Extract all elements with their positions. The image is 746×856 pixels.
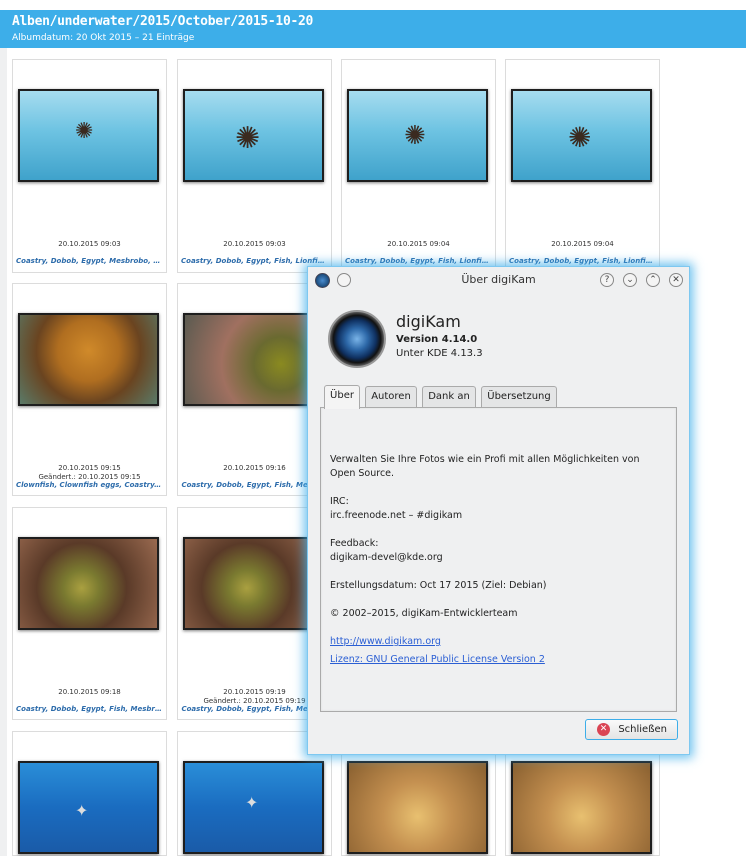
feedback-label: Feedback: [330,538,379,549]
help-button[interactable]: ? [600,273,614,287]
close-window-button[interactable]: ✕ [669,273,683,287]
photo-lionfish[interactable]: ✺ [183,89,324,182]
thumb-date: 20.10.2015 09:04 [387,240,450,248]
photo-squid[interactable]: ✦ [183,761,324,854]
photo-moray-eel[interactable] [18,537,159,630]
thumb-tags: Coastry, Dobob, Egypt, Fish, Mesbrobo, .… [16,705,166,713]
irc-label: IRC: [330,496,349,507]
app-version: Version 4.14.0 [396,334,478,345]
description-text-2: Open Source. [330,468,395,479]
kde-version: Unter KDE 4.13.3 [396,348,483,359]
thumbnail-item[interactable]: ✺ 20.10.2015 09:04 Coastry, Dobob, Egypt… [505,59,660,273]
photo-lionfish[interactable]: ✺ [18,89,159,182]
photo-moray-eel[interactable] [183,537,324,630]
tab-translation[interactable]: Übersetzung [481,386,557,408]
thumbnail-item[interactable]: 20.10.2015 09:18 Coastry, Dobob, Egypt, … [12,507,167,720]
feedback-value: digikam-devel@kde.org [330,552,443,563]
build-date: Erstellungsdatum: Oct 17 2015 (Ziel: Deb… [330,580,547,591]
photo-anemone[interactable] [347,761,488,854]
thumb-changed: Geändert.: 20.10.2015 09:15 [38,473,141,481]
digikam-logo-icon [328,310,386,368]
thumbnail-item[interactable]: ✦ [12,731,167,856]
thumbnail-item[interactable]: ✺ 20.10.2015 09:04 Coastry, Dobob, Egypt… [341,59,496,273]
thumb-tags: Coastry, Dobob, Egypt, Fish, Lionfish, M… [509,257,659,265]
thumb-tags: Coastry, Dobob, Egypt, Fish, Lionfish, M… [345,257,495,265]
maximize-button[interactable]: ⌃ [646,273,660,287]
about-pane: Verwalten Sie Ihre Fotos wie ein Profi m… [320,407,677,712]
thumb-tags: Coastry, Dobob, Egypt, Fish, Lionfish, M… [181,257,331,265]
thumbnail-item[interactable]: 20.10.2015 09:15 Geändert.: 20.10.2015 0… [12,283,167,496]
photo-lionfish[interactable]: ✺ [511,89,652,182]
close-button-label: Schließen [618,724,667,735]
license-link[interactable]: Lizenz: GNU General Public License Versi… [330,654,545,665]
website-link[interactable]: http://www.digikam.org [330,636,441,647]
tab-authors[interactable]: Autoren [365,386,417,408]
thumb-date: 20.10.2015 09:04 [551,240,614,248]
photo-lionfish[interactable]: ✺ [347,89,488,182]
photo-clownfish[interactable] [18,313,159,406]
tab-thanks[interactable]: Dank an [422,386,476,408]
minimize-button[interactable]: ⌄ [623,273,637,287]
thumb-tags: Coastry, Dobob, Egypt, Mesbrobo, Ocrr... [16,257,166,265]
description-text: Verwalten Sie Ihre Fotos wie ein Profi m… [330,454,640,465]
copyright-text: © 2002–2015, digiKam-Entwicklerteam [330,608,518,619]
thumb-date: 20.10.2015 09:03 [58,240,121,248]
app-name: digiKam [396,312,461,331]
about-dialog: Über digiKam ? ⌄ ⌃ ✕ digiKam Version 4.1… [307,266,690,755]
close-icon: ✕ [597,723,610,736]
tab-about[interactable]: Über [324,385,360,409]
thumbnail-item[interactable]: ✺ 20.10.2015 09:03 Coastry, Dobob, Egypt… [177,59,332,273]
photo-anemone[interactable] [511,761,652,854]
thumb-date: 20.10.2015 09:03 [223,240,286,248]
photo-moray-eel[interactable] [183,313,324,406]
thumb-date: 20.10.2015 09:15 [58,464,121,472]
thumb-tags: Clownfish, Clownfish eggs, Coastry, Do..… [16,481,166,489]
thumbnail-item[interactable]: ✺ 20.10.2015 09:03 Coastry, Dobob, Egypt… [12,59,167,273]
photo-squid[interactable]: ✦ [18,761,159,854]
thumb-date: 20.10.2015 09:18 [58,688,121,696]
close-button[interactable]: ✕ Schließen [585,719,678,740]
irc-value: irc.freenode.net – #digikam [330,510,463,521]
